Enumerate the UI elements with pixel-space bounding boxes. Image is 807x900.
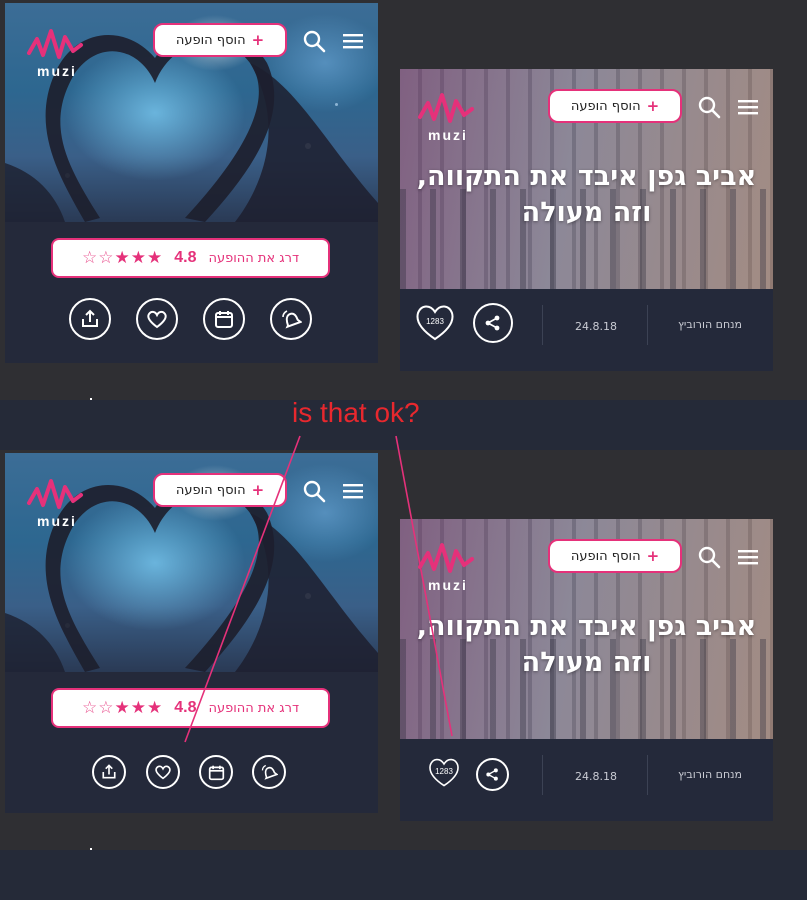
hamburger-menu-icon[interactable]: [342, 31, 368, 57]
star-full-icon[interactable]: ★: [114, 249, 129, 267]
share-button[interactable]: [473, 303, 513, 343]
article-title: אביב גפן איבד את התקווה, וזה מעולה: [410, 159, 763, 231]
hamburger-menu-icon[interactable]: [342, 481, 368, 507]
search-icon[interactable]: [302, 29, 328, 55]
notify-button[interactable]: [270, 298, 312, 340]
article-title-line1: אביב גפן איבד את התקווה,: [416, 611, 757, 642]
add-show-label: הוסף הופעה: [175, 482, 246, 498]
article-date: 24.8.18: [575, 770, 617, 783]
hamburger-menu-icon[interactable]: [737, 97, 763, 123]
share-button[interactable]: [476, 758, 509, 791]
like-button[interactable]: [146, 755, 180, 789]
muzi-wave-mark: [27, 29, 83, 59]
rating-label: דרג את ההופעה: [208, 700, 300, 716]
article-author[interactable]: מנחם הורוביץ: [678, 318, 742, 331]
share-icon: [102, 764, 116, 779]
add-show-button[interactable]: + הוסף הופעה: [153, 23, 287, 57]
star-full-icon[interactable]: ★: [131, 699, 146, 717]
hamburger-menu-icon[interactable]: [737, 547, 763, 573]
search-icon[interactable]: [302, 479, 328, 505]
star-empty-icon[interactable]: ☆: [82, 699, 97, 717]
separator-dot: [90, 398, 92, 400]
add-show-label: הוסף הופעה: [570, 98, 641, 114]
muzi-logo[interactable]: muzi: [416, 89, 486, 145]
star-empty-icon[interactable]: ☆: [98, 699, 113, 717]
logo-text: muzi: [428, 577, 468, 593]
rating-score: 4.8: [174, 249, 197, 266]
rating-stars[interactable]: ☆ ☆ ★ ★ ★: [82, 699, 162, 717]
article-meta-row: 1283 24.8.18 מנחם הורוביץ: [400, 741, 773, 811]
search-icon[interactable]: [697, 95, 723, 121]
muzi-wave-mark: [27, 479, 83, 509]
share-icon: [485, 315, 500, 331]
calendar-icon: [208, 765, 224, 780]
notification-icon: [261, 764, 278, 780]
search-icon[interactable]: [697, 545, 723, 571]
plus-icon: +: [646, 97, 660, 115]
heart-icon: [155, 765, 171, 780]
calendar-icon: [215, 311, 233, 328]
like-button[interactable]: [136, 298, 178, 340]
logo-text: muzi: [37, 513, 77, 529]
article-title-line2: וזה מעולה: [521, 647, 652, 678]
muzi-wave-mark: [418, 93, 474, 123]
share-icon: [486, 768, 498, 781]
muzi-logo[interactable]: muzi: [25, 25, 95, 81]
plus-icon: +: [251, 31, 265, 49]
muzi-wave-mark: [418, 543, 474, 573]
article-title: אביב גפן איבד את התקווה, וזה מעולה: [410, 609, 763, 681]
like-button[interactable]: 1283: [414, 301, 456, 343]
rating-stars[interactable]: ☆ ☆ ★ ★ ★: [82, 249, 162, 267]
star-empty-icon[interactable]: ☆: [82, 249, 97, 267]
share-icon: [82, 309, 98, 327]
article-date: 24.8.18: [575, 320, 617, 333]
article-card-top: muzi + הוסף הופעה אביב גפן איבד את התקוו…: [400, 69, 773, 371]
likes-count: 1283: [435, 767, 453, 776]
logo-text: muzi: [428, 127, 468, 143]
star-full-icon[interactable]: ★: [147, 249, 162, 267]
likes-count: 1283: [426, 317, 444, 326]
share-button[interactable]: [92, 755, 126, 789]
article-meta-row: 1283 24.8.18 מנחם הורוביץ: [400, 291, 773, 361]
rating-box[interactable]: דרג את ההופעה 4.8 ☆ ☆ ★ ★ ★: [51, 238, 330, 278]
muzi-logo[interactable]: muzi: [416, 539, 486, 595]
review-annotation-text: is that ok?: [292, 397, 420, 428]
muzi-logo[interactable]: muzi: [25, 475, 95, 531]
heart-icon: [147, 310, 167, 329]
add-show-label: הוסף הופעה: [175, 32, 246, 48]
separator-dot: [90, 848, 92, 850]
article-card-bottom: muzi + הוסף הופעה אביב גפן איבד את התקוו…: [400, 519, 773, 821]
rating-box[interactable]: דרג את ההופעה 4.8 ☆ ☆ ★ ★ ★: [51, 688, 330, 728]
add-show-button[interactable]: + הוסף הופעה: [548, 89, 682, 123]
background-band-bottom: [0, 850, 807, 900]
notification-icon: [282, 310, 302, 329]
notify-button[interactable]: [252, 755, 286, 789]
star-full-icon[interactable]: ★: [147, 699, 162, 717]
plus-icon: +: [646, 547, 660, 565]
share-button[interactable]: [69, 298, 111, 340]
article-author[interactable]: מנחם הורוביץ: [678, 768, 742, 781]
calendar-button[interactable]: [203, 298, 245, 340]
plus-icon: +: [251, 481, 265, 499]
add-show-label: הוסף הופעה: [570, 548, 641, 564]
meta-divider: [542, 305, 543, 345]
star-full-icon[interactable]: ★: [114, 699, 129, 717]
star-empty-icon[interactable]: ☆: [98, 249, 113, 267]
star-full-icon[interactable]: ★: [131, 249, 146, 267]
add-show-button[interactable]: + הוסף הופעה: [548, 539, 682, 573]
add-show-button[interactable]: + הוסף הופעה: [153, 473, 287, 507]
like-button[interactable]: 1283: [426, 755, 462, 789]
meta-divider: [647, 755, 648, 795]
logo-text: muzi: [37, 63, 77, 79]
rating-label: דרג את ההופעה: [208, 250, 300, 266]
meta-divider: [542, 755, 543, 795]
calendar-button[interactable]: [199, 755, 233, 789]
meta-divider: [647, 305, 648, 345]
article-title-line2: וזה מעולה: [521, 197, 652, 228]
rating-score: 4.8: [174, 699, 197, 716]
article-title-line1: אביב גפן איבד את התקווה,: [416, 161, 757, 192]
event-card-top: muzi + הוסף הופעה דרג את ההופעה 4.8 ☆ ☆ …: [5, 3, 378, 363]
event-card-bottom: muzi + הוסף הופעה דרג את ההופעה 4.8 ☆ ☆ …: [5, 453, 378, 813]
